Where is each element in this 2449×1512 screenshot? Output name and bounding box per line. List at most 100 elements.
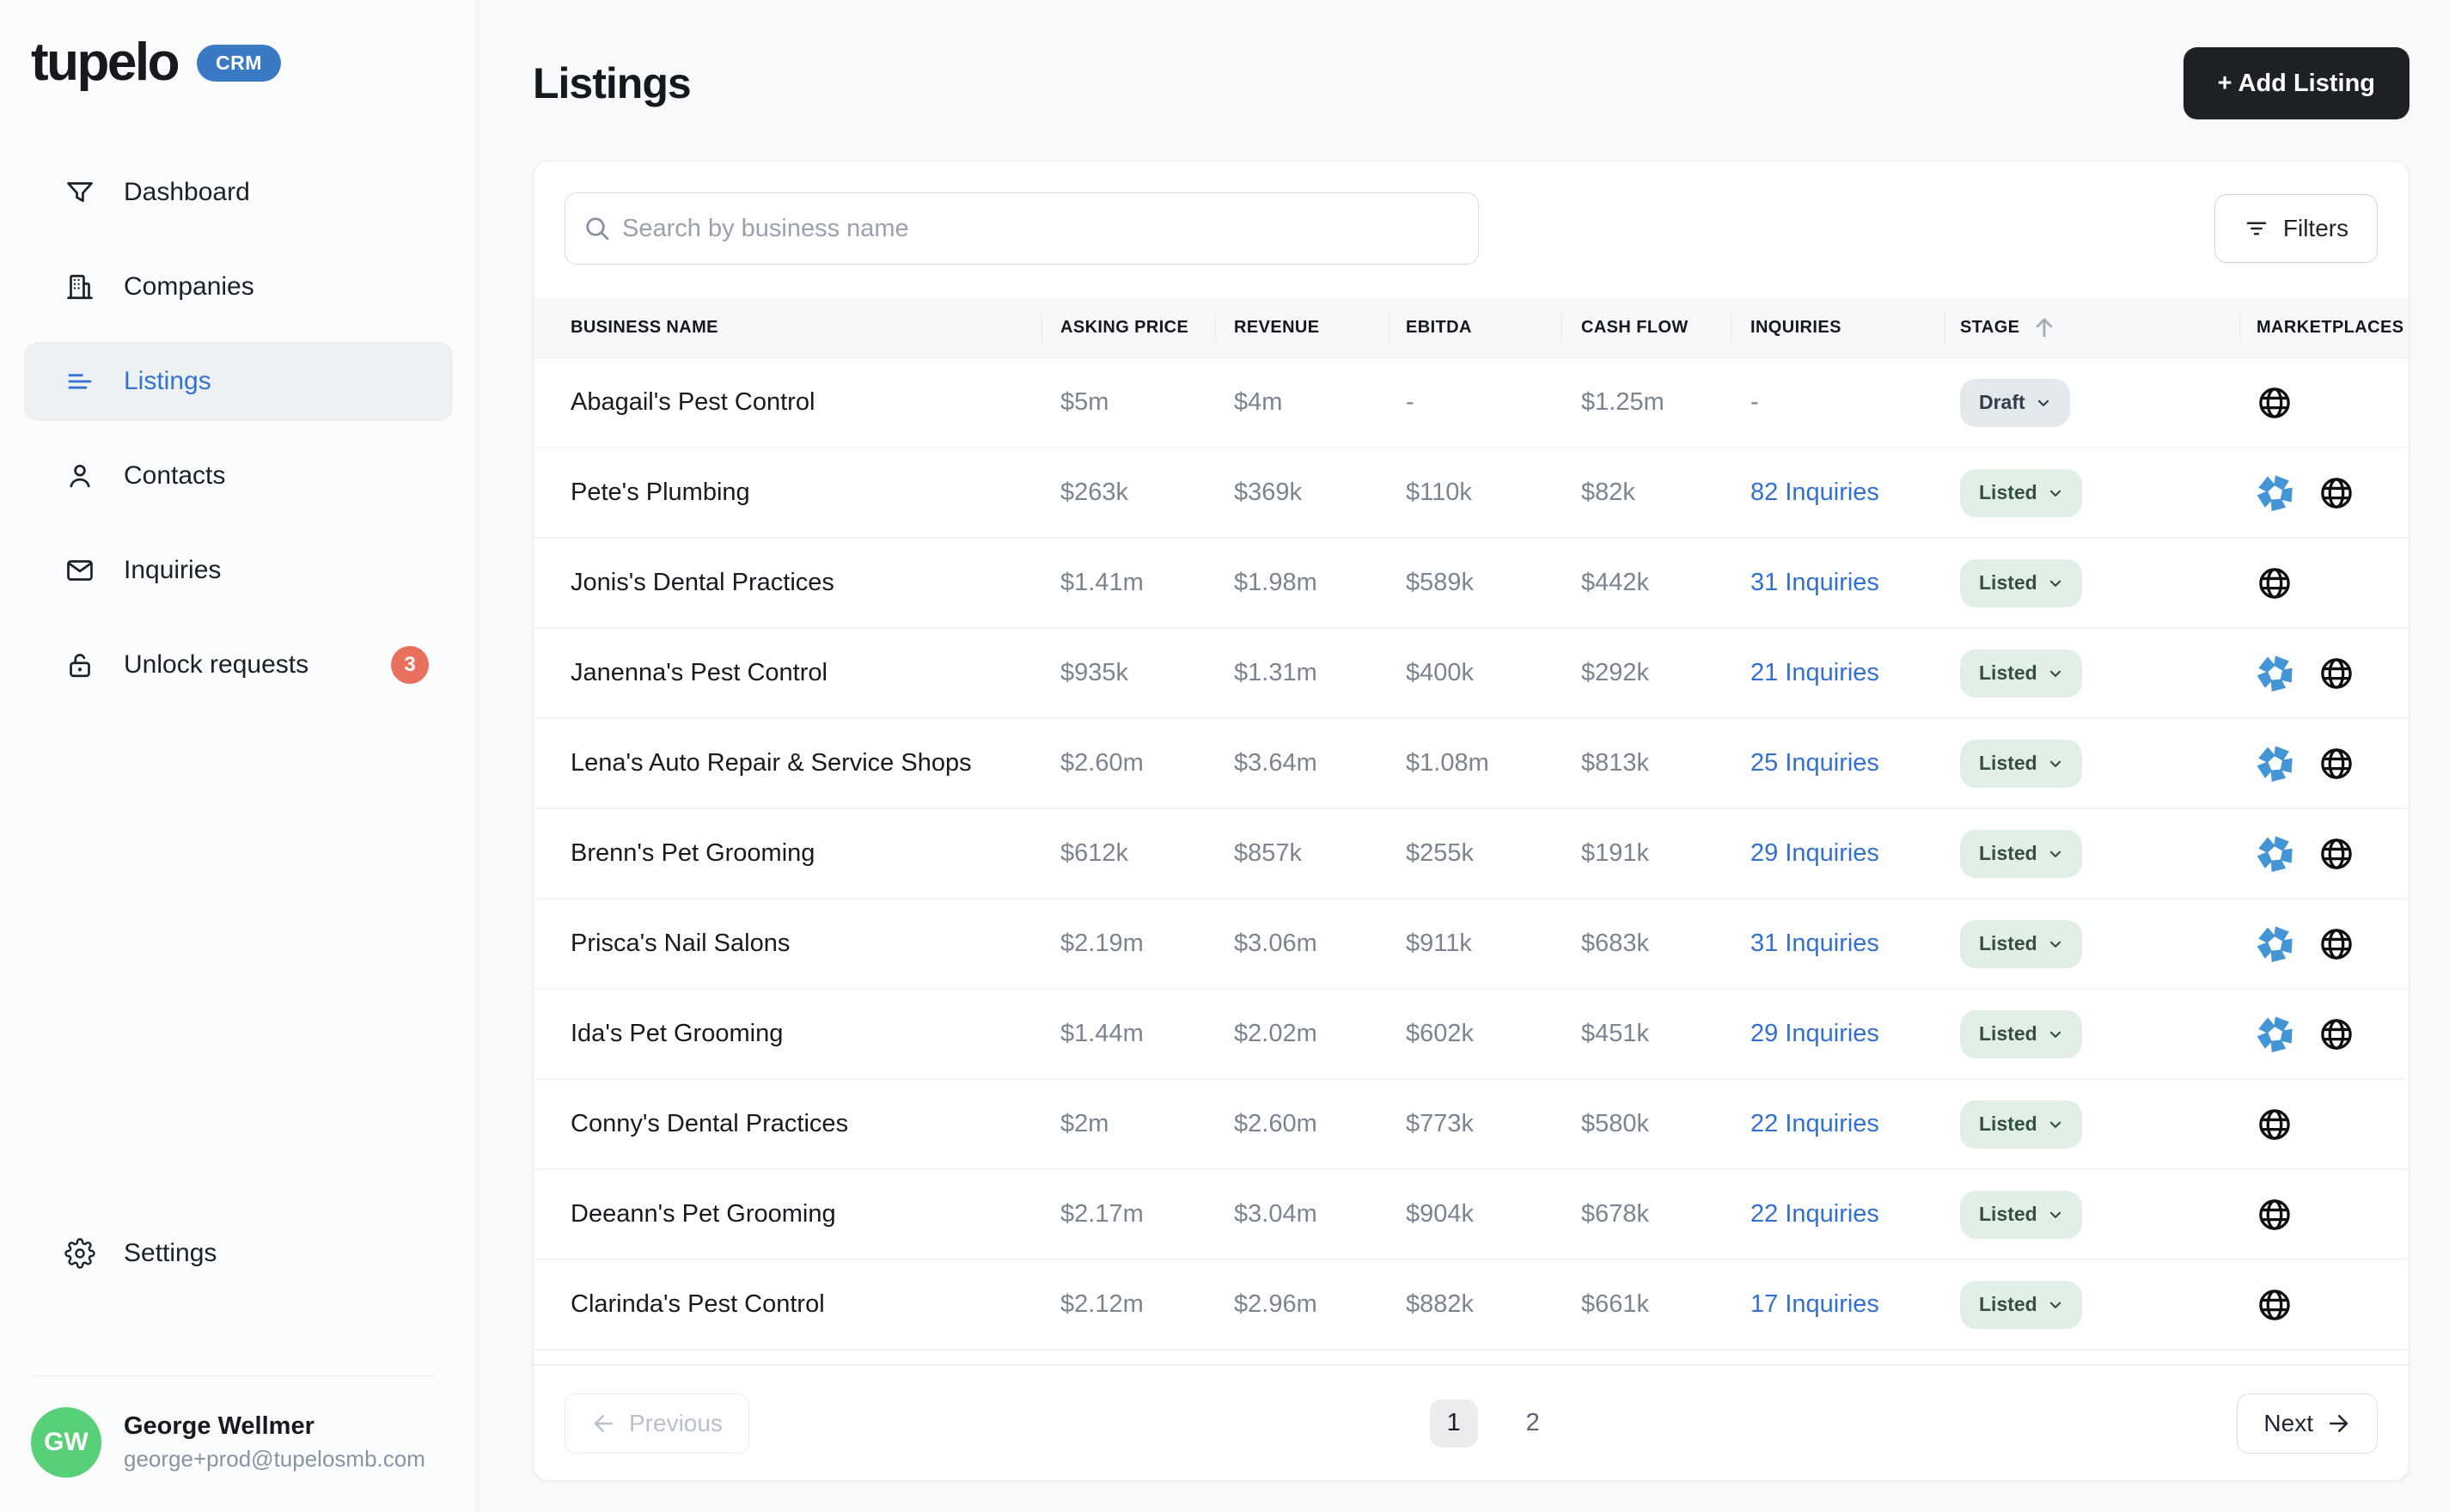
column-header-business-name[interactable]: BUSINESS NAME: [534, 297, 1041, 357]
business-name-cell: Brenn's Pet Grooming: [571, 839, 815, 867]
inquiries-link[interactable]: 29 Inquiries: [1750, 839, 1879, 868]
chevron-down-icon: [2049, 580, 2061, 587]
inquiries-link[interactable]: 22 Inquiries: [1750, 1110, 1879, 1138]
pinwheel-marketplace-icon[interactable]: [2257, 655, 2294, 692]
stage-dropdown[interactable]: Listed: [1960, 1100, 2082, 1149]
envelope-icon: [67, 560, 93, 581]
table-row[interactable]: Clarinda's Pest Control $2.12m $2.96m $8…: [534, 1260, 2409, 1350]
stage-dropdown[interactable]: Listed: [1960, 1280, 2082, 1329]
marketplaces-cell: [2239, 1170, 2409, 1259]
crm-badge: CRM: [196, 44, 281, 82]
sidebar-item-settings[interactable]: Settings: [24, 1214, 453, 1293]
globe-marketplace-icon[interactable]: [2318, 1016, 2354, 1052]
sidebar-item-dashboard[interactable]: Dashboard: [24, 153, 453, 232]
table-row[interactable]: Brenn's Pet Grooming $612k $857k $255k $…: [534, 809, 2409, 899]
globe-marketplace-icon[interactable]: [2257, 1107, 2293, 1143]
stage-dropdown[interactable]: Listed: [1960, 558, 2082, 607]
inquiries-link[interactable]: 82 Inquiries: [1750, 479, 1879, 507]
previous-page-button[interactable]: Previous: [565, 1393, 749, 1454]
column-header-asking-price[interactable]: ASKING PRICE: [1041, 297, 1215, 357]
stage-dropdown[interactable]: Listed: [1960, 919, 2082, 968]
column-header-inquiries[interactable]: INQUIRIES: [1731, 297, 1945, 357]
pinwheel-marketplace-icon[interactable]: [2257, 1015, 2294, 1053]
pinwheel-marketplace-icon[interactable]: [2257, 925, 2294, 963]
ebitda-cell: $882k: [1406, 1290, 1475, 1318]
marketplaces-cell: [2239, 1080, 2409, 1168]
user-profile[interactable]: GW George Wellmer george+prod@tupelosmb.…: [24, 1376, 453, 1512]
globe-marketplace-icon[interactable]: [2257, 565, 2293, 601]
globe-marketplace-icon[interactable]: [2257, 385, 2293, 421]
stage-cell: Listed: [1945, 899, 2239, 988]
marketplaces-cell: [2239, 719, 2409, 808]
sidebar-item-unlock-requests[interactable]: Unlock requests 3: [24, 625, 453, 704]
unlock-icon: [70, 654, 90, 678]
stage-dropdown[interactable]: Listed: [1960, 1009, 2082, 1058]
globe-marketplace-icon[interactable]: [2257, 1197, 2293, 1233]
inquiries-cell: 17 Inquiries: [1731, 1260, 1945, 1349]
ebitda-cell: $911k: [1406, 930, 1472, 957]
cash-flow-cell: $1.25m: [1581, 388, 1664, 416]
inquiries-link[interactable]: 21 Inquiries: [1750, 659, 1879, 687]
globe-marketplace-icon[interactable]: [2318, 746, 2354, 782]
pinwheel-marketplace-icon[interactable]: [2257, 835, 2294, 873]
column-header-marketplaces[interactable]: MARKETPLACES: [2239, 297, 2409, 357]
inquiries-link[interactable]: 25 Inquiries: [1750, 749, 1879, 777]
sidebar-item-listings[interactable]: Listings: [24, 342, 453, 421]
table-row[interactable]: Ida's Pet Grooming $1.44m $2.02m $602k $…: [534, 990, 2409, 1080]
chevron-down-icon: [2049, 490, 2061, 497]
stage-dropdown[interactable]: Listed: [1960, 739, 2082, 788]
revenue-cell: $3.64m: [1234, 749, 1317, 777]
inquiries-link[interactable]: 22 Inquiries: [1750, 1200, 1879, 1228]
table-row[interactable]: Lena's Auto Repair & Service Shops $2.60…: [534, 719, 2409, 809]
chevron-down-icon: [2049, 760, 2061, 767]
table-row[interactable]: Deeann's Pet Grooming $2.17m $3.04m $904…: [534, 1170, 2409, 1260]
marketplaces-cell: [2239, 629, 2409, 717]
stage-cell: Listed: [1945, 1080, 2239, 1168]
inquiries-link[interactable]: 29 Inquiries: [1750, 1020, 1879, 1048]
sidebar-item-companies[interactable]: Companies: [24, 247, 453, 326]
pinwheel-marketplace-icon[interactable]: [2257, 745, 2294, 783]
table-row[interactable]: Abagail's Pest Control $5m $4m - $1.25m …: [534, 358, 2409, 448]
inquiries-link[interactable]: 31 Inquiries: [1750, 930, 1879, 958]
column-header-revenue[interactable]: REVENUE: [1215, 297, 1389, 357]
table-row[interactable]: Pete's Plumbing $263k $369k $110k $82k 8…: [534, 448, 2409, 539]
globe-marketplace-icon[interactable]: [2318, 836, 2354, 872]
stage-dropdown[interactable]: Draft: [1960, 378, 2070, 427]
sidebar-item-inquiries[interactable]: Inquiries: [24, 531, 453, 610]
column-header-cash-flow[interactable]: CASH FLOW: [1561, 297, 1731, 357]
chevron-down-icon: [2049, 670, 2061, 677]
asking-price-cell: $2m: [1060, 1110, 1109, 1137]
brand: tupelo CRM: [0, 0, 477, 89]
inquiries-link[interactable]: 31 Inquiries: [1750, 569, 1879, 597]
revenue-cell: $369k: [1234, 479, 1303, 506]
stage-dropdown[interactable]: Listed: [1960, 649, 2082, 698]
globe-marketplace-icon[interactable]: [2318, 926, 2354, 962]
table-row[interactable]: Prisca's Nail Salons $2.19m $3.06m $911k…: [534, 899, 2409, 990]
revenue-cell: $3.04m: [1234, 1200, 1317, 1228]
next-page-button[interactable]: Next: [2237, 1393, 2378, 1454]
stage-dropdown[interactable]: Listed: [1960, 829, 2082, 878]
asking-price-cell: $612k: [1060, 839, 1129, 867]
stage-cell: Listed: [1945, 1170, 2239, 1259]
search-input[interactable]: [565, 192, 1479, 265]
column-header-ebitda[interactable]: EBITDA: [1389, 297, 1561, 357]
globe-marketplace-icon[interactable]: [2257, 1287, 2293, 1323]
sidebar-item-contacts[interactable]: Contacts: [24, 436, 453, 515]
page-number-2[interactable]: 2: [1509, 1399, 1557, 1448]
add-listing-button[interactable]: + Add Listing: [2183, 47, 2409, 119]
pinwheel-marketplace-icon[interactable]: [2257, 474, 2294, 512]
table-row[interactable]: Janenna's Pest Control $935k $1.31m $400…: [534, 629, 2409, 719]
globe-marketplace-icon[interactable]: [2318, 655, 2354, 692]
asking-price-cell: $2.19m: [1060, 930, 1144, 957]
funnel-icon: [67, 182, 93, 203]
page-number-1[interactable]: 1: [1429, 1399, 1478, 1448]
table-row[interactable]: Conny's Dental Practices $2m $2.60m $773…: [534, 1080, 2409, 1170]
inquiries-link[interactable]: 17 Inquiries: [1750, 1290, 1879, 1319]
stage-dropdown[interactable]: Listed: [1960, 1190, 2082, 1239]
filters-button[interactable]: Filters: [2214, 194, 2378, 263]
globe-marketplace-icon[interactable]: [2318, 475, 2354, 511]
stage-dropdown[interactable]: Listed: [1960, 468, 2082, 517]
column-header-stage[interactable]: STAGE: [1945, 297, 2239, 357]
table-row[interactable]: Jonis's Dental Practices $1.41m $1.98m $…: [534, 539, 2409, 629]
settings-label: Settings: [124, 1239, 217, 1267]
